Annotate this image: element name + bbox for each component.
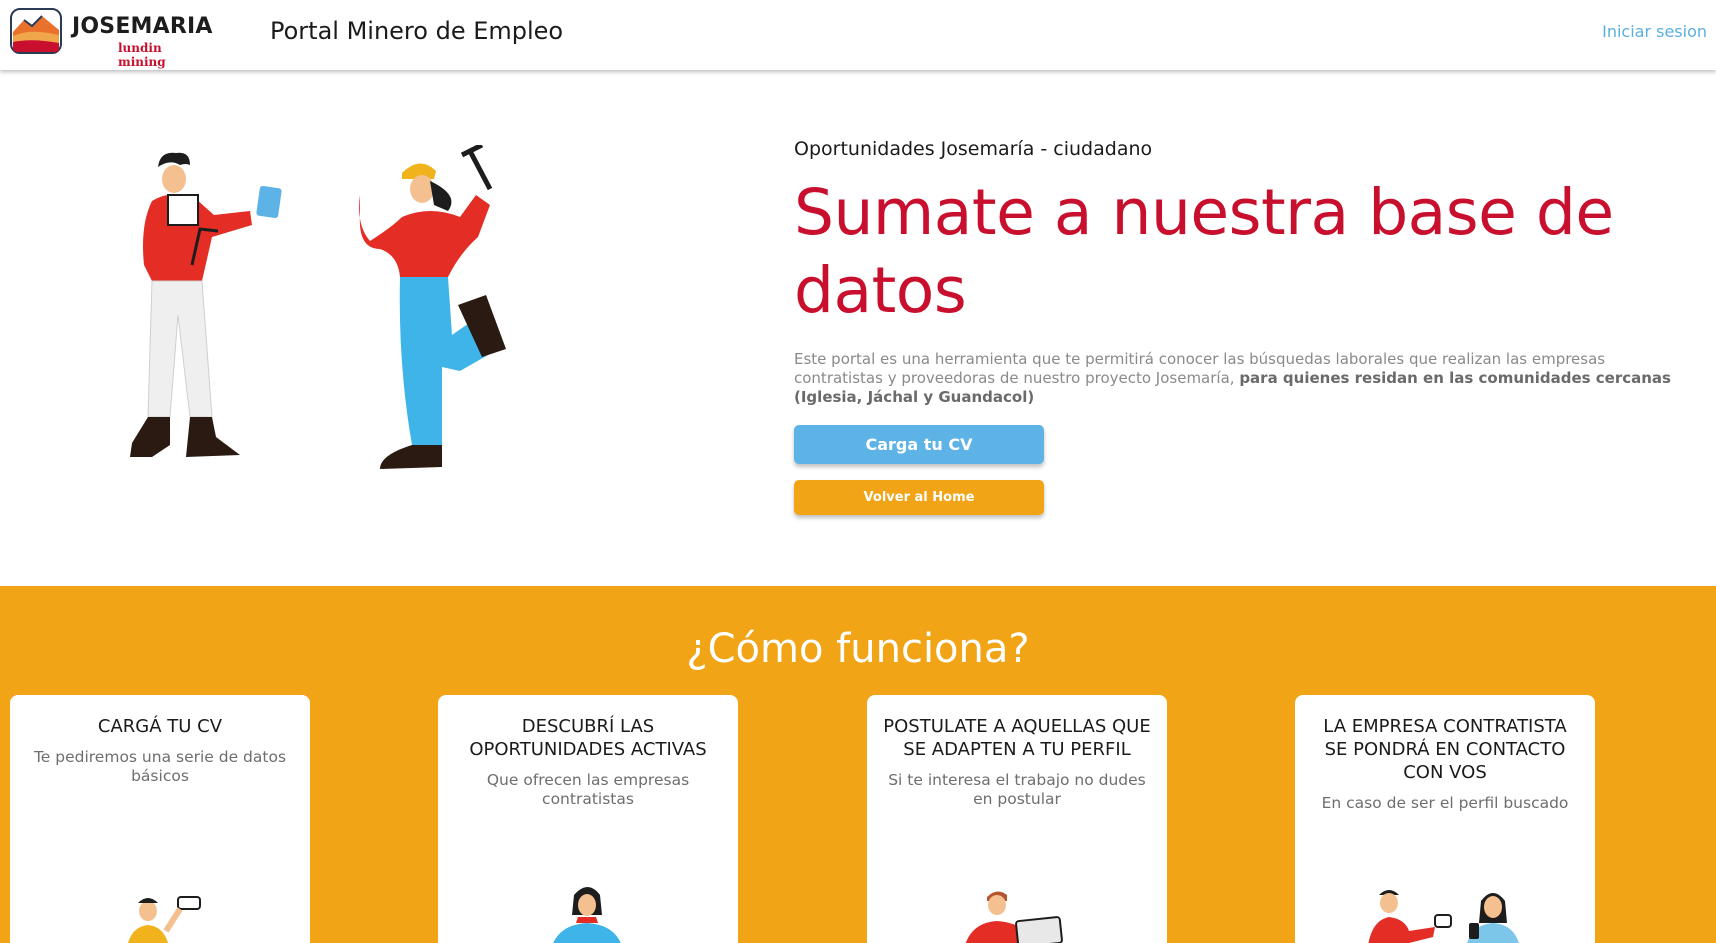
person-laptop-illustration: [553, 887, 621, 943]
logo-wordmark: JOSEMARIA: [72, 14, 213, 39]
hero-description: Este portal es una herramienta que te pe…: [794, 350, 1684, 407]
workers-illustration: [130, 145, 506, 469]
upload-cv-button[interactable]: Carga tu CV: [794, 425, 1044, 464]
step-card-desc: Te pediremos una serie de datos básicos: [33, 748, 287, 785]
top-header: JOSEMARIA lundin mining Portal Minero de…: [0, 0, 1716, 70]
step-card-title: LA EMPRESA CONTRATISTA SE PONDRÁ EN CONT…: [1323, 716, 1567, 783]
step-card-title: CARGÁ TU CV: [97, 716, 223, 737]
step-card-discover: DESCUBRÍ LAS OPORTUNIDADES ACTIVAS Que o…: [438, 695, 738, 943]
worker-man-figure: [130, 152, 282, 457]
hero-title: Sumate a nuestra base de datos: [794, 176, 1614, 327]
logo-subtitle: lundin mining: [118, 41, 166, 69]
step-card-contact: LA EMPRESA CONTRATISTA SE PONDRÁ EN CONT…: [1295, 695, 1595, 943]
portal-title: Portal Minero de Empleo: [270, 17, 564, 45]
josemaria-logo[interactable]: JOSEMARIA lundin mining: [10, 8, 213, 69]
worker-woman-figure: [359, 145, 506, 469]
hero-text-block: Oportunidades Josemaría - ciudadano Suma…: [794, 138, 1694, 407]
how-it-works-section: ¿Cómo funciona? CARGÁ TU CV Te pediremos…: [0, 586, 1716, 943]
step-card-desc: En caso de ser el perfil buscado: [1321, 794, 1569, 812]
step-card-desc: Que ofrecen las empresas contratistas: [486, 771, 690, 808]
people-contact-illustration: [1368, 890, 1519, 943]
mountain-logo-icon: [10, 8, 62, 54]
step-card-desc: Si te interesa el trabajo no dudes en po…: [888, 771, 1146, 808]
step-card-title: DESCUBRÍ LAS OPORTUNIDADES ACTIVAS: [469, 716, 707, 760]
how-it-works-title: ¿Cómo funciona?: [686, 626, 1030, 672]
step-card-upload-cv: CARGÁ TU CV Te pediremos una serie de da…: [10, 695, 310, 943]
person-phone-illustration: [128, 896, 201, 943]
hero-subtitle: Oportunidades Josemaría - ciudadano: [794, 138, 1153, 160]
step-card-apply: POSTULATE A AQUELLAS QUE SE ADAPTEN A TU…: [867, 695, 1167, 943]
step-card-title: POSTULATE A AQUELLAS QUE SE ADAPTEN A TU…: [883, 716, 1151, 760]
person-tablet-illustration: [965, 891, 1063, 943]
login-link[interactable]: Iniciar sesion: [1602, 22, 1707, 41]
back-home-button[interactable]: Volver al Home: [794, 480, 1044, 515]
